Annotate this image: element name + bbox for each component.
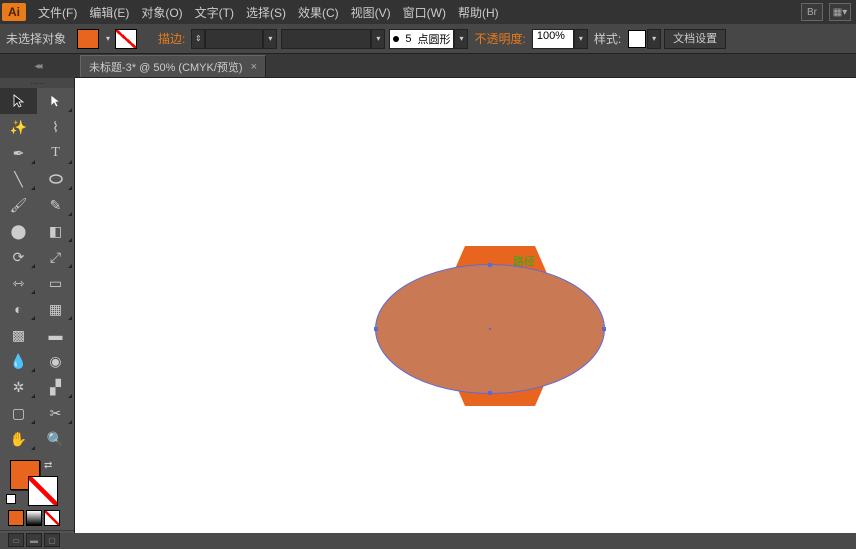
menu-select[interactable]: 选择(S)	[240, 4, 292, 21]
free-transform-tool[interactable]: ▭	[37, 270, 74, 296]
gradient-tool[interactable]: ▬	[37, 322, 74, 348]
pencil-tool[interactable]: ✎	[37, 192, 74, 218]
menubar: Ai 文件(F) 编辑(E) 对象(O) 文字(T) 选择(S) 效果(C) 视…	[0, 0, 856, 24]
perspective-grid-tool[interactable]: ▦	[37, 296, 74, 322]
opacity-field[interactable]: 100%	[532, 29, 574, 49]
zoom-tool[interactable]: 🔍	[37, 426, 74, 452]
document-tab-title: 未标题-3* @ 50% (CMYK/预览)	[89, 59, 243, 75]
anchor-point-icon[interactable]	[374, 327, 378, 331]
fill-swatch[interactable]	[77, 29, 99, 49]
blend-tool[interactable]: ◉	[37, 348, 74, 374]
artboard-tool[interactable]: ▢	[0, 400, 37, 426]
lasso-tool[interactable]: ⌇	[37, 114, 74, 140]
swap-fill-stroke-icon[interactable]: ⇄	[44, 460, 52, 471]
stroke-weight-stepper[interactable]: ⇕	[191, 29, 205, 49]
fill-stroke-control[interactable]: ⇄	[0, 456, 74, 508]
profile-dot-icon	[393, 36, 399, 42]
toolbox: ✨ ⌇ ✒ T ╲ 🖌 ✎ ⬤ ◧ ⟳ ⤢ ⇿ ▭ ◐ ▦ ▩ ▬ 💧 ◉ ✲ …	[0, 78, 75, 533]
color-mode-solid[interactable]	[8, 510, 24, 526]
stroke-weight-dropdown[interactable]: ▾	[263, 29, 277, 49]
document-tab[interactable]: 未标题-3* @ 50% (CMYK/预览) ×	[80, 55, 266, 77]
symbol-sprayer-tool[interactable]: ✲	[0, 374, 37, 400]
ellipse-tool[interactable]	[37, 166, 74, 192]
arrange-documents-button[interactable]: ▦▾	[829, 3, 851, 21]
screen-mode-presentation[interactable]: ▢	[44, 533, 60, 547]
style-label: 样式:	[594, 30, 621, 47]
column-graph-tool[interactable]: ▞	[37, 374, 74, 400]
menu-file[interactable]: 文件(F)	[32, 4, 83, 21]
selection-status: 未选择对象	[6, 30, 66, 47]
stroke-swatch[interactable]	[115, 29, 137, 49]
width-tool[interactable]: ⇿	[0, 270, 37, 296]
document-setup-button[interactable]: 文档设置	[664, 29, 726, 49]
default-fill-stroke-icon[interactable]	[6, 494, 16, 504]
ellipse-shape[interactable]	[375, 264, 605, 394]
brush-definition-dropdown[interactable]: ▾	[371, 29, 385, 49]
document-tab-bar: 未标题-3* @ 50% (CMYK/预览) ×	[0, 54, 856, 78]
stroke-profile-value: 5	[402, 33, 414, 45]
artboard[interactable]: 路径	[75, 78, 856, 533]
menu-help[interactable]: 帮助(H)	[452, 4, 505, 21]
menu-object[interactable]: 对象(O)	[135, 4, 188, 21]
toolbox-grip[interactable]	[0, 78, 74, 88]
workspace: 路径	[75, 78, 856, 533]
stroke-weight-field[interactable]	[205, 29, 263, 49]
stroke-color-box[interactable]	[28, 476, 58, 506]
color-mode-row	[0, 508, 74, 528]
control-bar: 未选择对象 描边: ⇕ ▾ ▾ 5 点圆形 ▾ 不透明度: 100% ▾ 样式:…	[0, 24, 856, 54]
scale-tool[interactable]: ⤢	[37, 244, 74, 270]
color-mode-gradient[interactable]	[26, 510, 42, 526]
center-point-icon	[489, 328, 491, 330]
anchor-point-icon[interactable]	[488, 263, 492, 267]
panel-collapse-button[interactable]	[0, 54, 75, 78]
color-mode-none[interactable]	[44, 510, 60, 526]
menu-view[interactable]: 视图(V)	[345, 4, 397, 21]
menu-window[interactable]: 窗口(W)	[397, 4, 452, 21]
stroke-profile-field[interactable]: 5 点圆形	[389, 29, 454, 49]
menu-type[interactable]: 文字(T)	[189, 4, 240, 21]
opacity-dropdown[interactable]: ▾	[574, 29, 588, 49]
anchor-point-icon[interactable]	[488, 391, 492, 395]
blob-brush-tool[interactable]: ⬤	[0, 218, 37, 244]
mesh-tool[interactable]: ▩	[0, 322, 37, 348]
menu-edit[interactable]: 编辑(E)	[83, 4, 135, 21]
app-logo-icon: Ai	[2, 3, 26, 21]
magic-wand-tool[interactable]: ✨	[0, 114, 37, 140]
slice-tool[interactable]: ✂	[37, 400, 74, 426]
bridge-button[interactable]: Br	[801, 3, 823, 21]
eyedropper-tool[interactable]: 💧	[0, 348, 37, 374]
stroke-profile-name: 点圆形	[414, 31, 453, 47]
line-tool[interactable]: ╲	[0, 166, 37, 192]
hand-tool[interactable]: ✋	[0, 426, 37, 452]
menu-effect[interactable]: 效果(C)	[292, 4, 345, 21]
direct-selection-tool[interactable]	[37, 88, 74, 114]
eraser-tool[interactable]: ◧	[37, 218, 74, 244]
pen-tool[interactable]: ✒	[0, 140, 37, 166]
smart-guide-label: 路径	[513, 253, 535, 269]
type-tool[interactable]: T	[37, 140, 74, 166]
brush-definition-field[interactable]	[281, 29, 371, 49]
anchor-point-icon[interactable]	[602, 327, 606, 331]
selection-tool[interactable]	[0, 88, 37, 114]
opacity-label: 不透明度:	[474, 30, 525, 47]
screen-mode-normal[interactable]: ▭	[8, 533, 24, 547]
paintbrush-tool[interactable]: 🖌	[0, 192, 37, 218]
style-swatch[interactable]	[628, 30, 646, 48]
screen-mode-full[interactable]: ▬	[26, 533, 42, 547]
close-tab-icon[interactable]: ×	[251, 61, 257, 73]
rotate-tool[interactable]: ⟳	[0, 244, 37, 270]
stroke-label: 描边:	[158, 30, 185, 47]
stroke-profile-dropdown[interactable]: ▾	[454, 29, 468, 49]
shape-builder-tool[interactable]: ◐	[0, 296, 37, 322]
style-dropdown[interactable]: ▾	[647, 29, 661, 49]
